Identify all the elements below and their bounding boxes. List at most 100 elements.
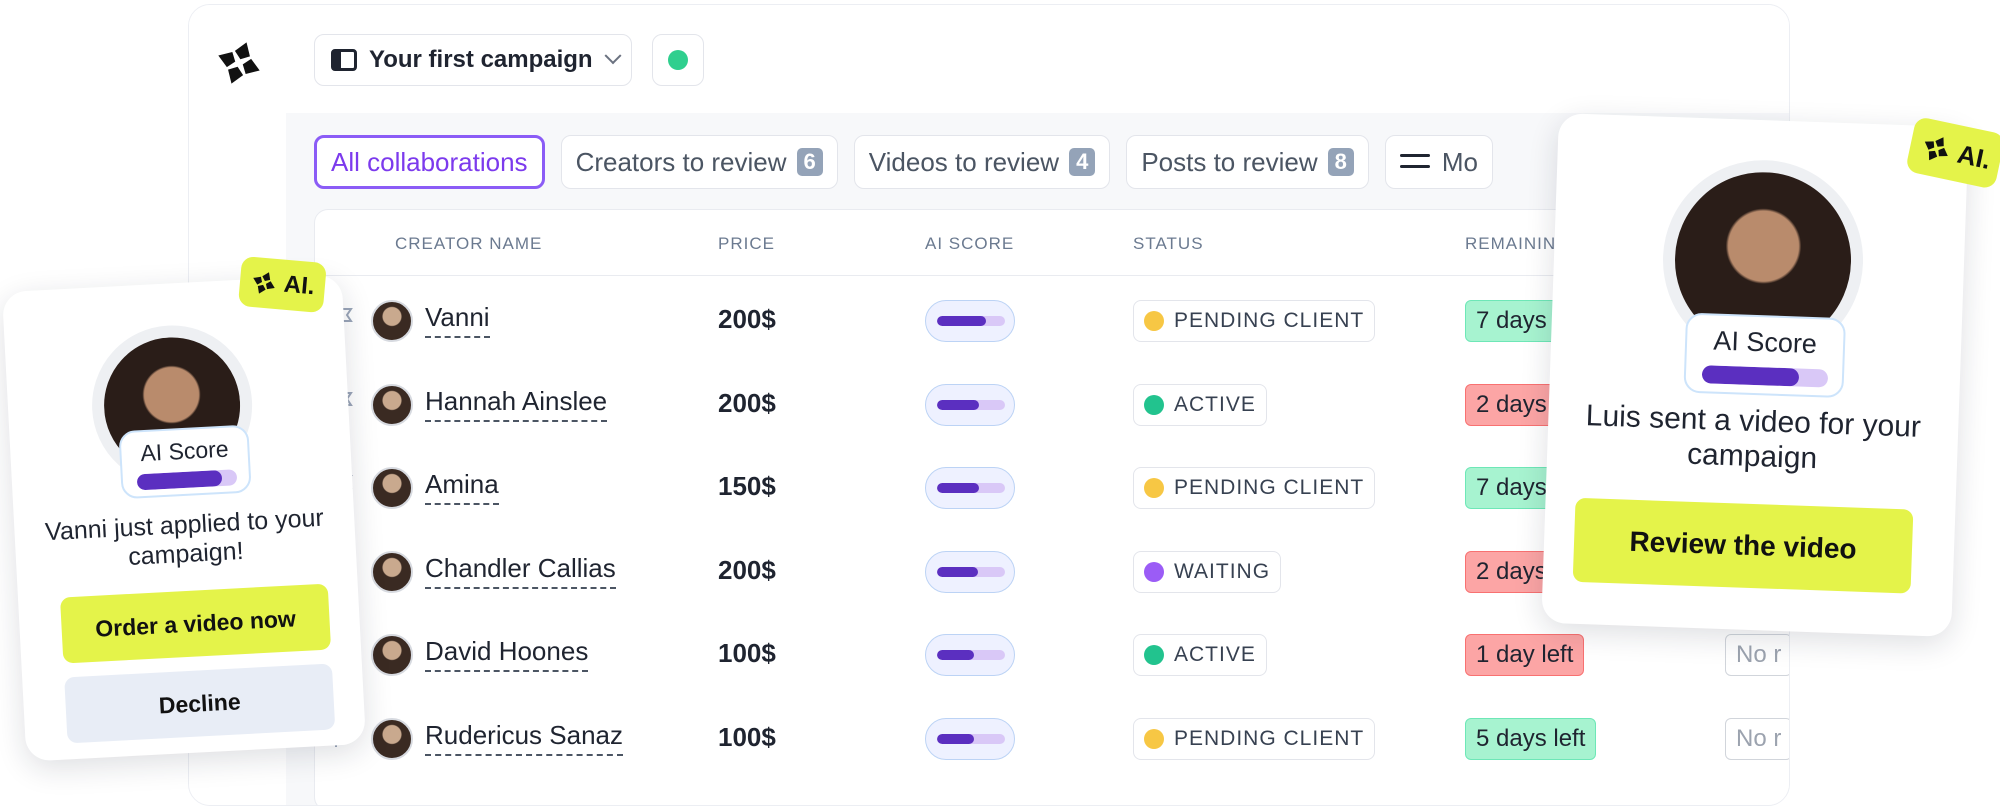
- status-label: PENDING CLIENT: [1174, 476, 1365, 499]
- brand-logo-icon: [253, 272, 275, 294]
- avatar: [371, 300, 413, 342]
- chevron-down-icon: [604, 47, 622, 65]
- tab-label: Posts to review: [1141, 146, 1318, 177]
- ai-score-label: AI Score: [1712, 325, 1818, 360]
- ai-score-pill: AI Score: [1683, 312, 1847, 399]
- column-header-creator[interactable]: CREATOR NAME: [395, 234, 542, 254]
- price-value: 150$: [718, 471, 776, 501]
- ai-score-bar: [925, 550, 1015, 593]
- price-value: 200$: [718, 387, 776, 418]
- tab-all-collaborations[interactable]: All collaborations: [314, 135, 545, 189]
- table-row[interactable]: David Hoones 100$ ACTIVE 1 day left No r: [315, 614, 1789, 694]
- status-label: ACTIVE: [1174, 643, 1256, 666]
- status-badge: ACTIVE: [1133, 634, 1267, 676]
- tab-videos-to-review[interactable]: Videos to review 4: [853, 135, 1111, 189]
- price-value: 100$: [718, 638, 776, 668]
- ai-score-bar: [925, 383, 1015, 426]
- sidebar-panel-icon: [331, 49, 357, 71]
- tab-label: All collaborations: [331, 146, 528, 177]
- status-dot-icon: [1144, 394, 1164, 415]
- review-video-button[interactable]: Review the video: [1572, 497, 1914, 594]
- tab-label: Videos to review: [868, 146, 1060, 177]
- creator-name[interactable]: Amina: [425, 469, 499, 505]
- campaign-status-button[interactable]: [652, 34, 704, 86]
- brand-logo-icon[interactable]: [213, 37, 265, 89]
- status-badge: PENDING CLIENT: [1133, 300, 1376, 342]
- tab-count-badge: 4: [1069, 148, 1096, 176]
- ai-badge-label: AI.: [1954, 138, 1994, 175]
- avatar: [371, 383, 413, 426]
- status-dot-icon: [1144, 645, 1164, 665]
- status-label: WAITING: [1174, 559, 1271, 583]
- creator-name: Vanni: [44, 515, 108, 547]
- ai-badge: AI.: [237, 255, 327, 314]
- remaining-badge: 5 days left: [1465, 717, 1597, 760]
- status-dot-icon: [1144, 478, 1164, 498]
- tab-count-badge: 6: [796, 148, 823, 176]
- avatar: [371, 550, 413, 593]
- status-badge: PENDING CLIENT: [1133, 467, 1376, 509]
- avatar: [371, 634, 413, 676]
- ai-score-bar: [925, 717, 1015, 760]
- ai-score-bar: [925, 634, 1015, 676]
- status-dot-icon: [1144, 311, 1164, 331]
- brand-logo-icon: [1924, 137, 1948, 161]
- request-badge: No r: [1725, 634, 1789, 676]
- price-value: 200$: [718, 304, 776, 334]
- message-text: sent a video for your campaign: [1640, 401, 1922, 475]
- message-text: just applied to your campaign!: [106, 503, 325, 571]
- ai-score-bar: [1701, 365, 1829, 388]
- tab-posts-to-review[interactable]: Posts to review 8: [1126, 135, 1369, 189]
- campaign-title: Your first campaign: [369, 46, 593, 73]
- avatar: [371, 717, 413, 760]
- price-value: 200$: [718, 554, 776, 585]
- remaining-badge: 7 days: [1465, 467, 1558, 509]
- remaining-badge: 7 days: [1465, 300, 1558, 342]
- tab-creators-to-review[interactable]: Creators to review 6: [560, 135, 838, 189]
- creator-name[interactable]: Chandler Callias: [425, 553, 616, 589]
- ai-score-bar: [925, 300, 1015, 342]
- ai-score-bar: [925, 467, 1015, 509]
- video-message: Luis sent a video for your campaign: [1567, 399, 1939, 481]
- order-video-button[interactable]: Order a video now: [59, 583, 332, 664]
- column-header-price[interactable]: PRICE: [718, 234, 775, 254]
- tab-bar: All collaborations Creators to review 6 …: [314, 135, 1493, 189]
- application-message: Vanni just applied to your campaign!: [34, 503, 337, 576]
- ai-badge-label: AI.: [282, 270, 316, 301]
- creator-name[interactable]: Vanni: [425, 302, 490, 338]
- status-dot-icon: [1144, 561, 1164, 582]
- creator-name[interactable]: Hannah Ainslee: [425, 386, 608, 422]
- status-label: PENDING CLIENT: [1174, 309, 1365, 332]
- status-badge: WAITING: [1133, 550, 1282, 593]
- status-dot-icon: [668, 50, 688, 70]
- table-row[interactable]: Rudericus Sanaz 100$ PENDING CLIENT 5 days …: [315, 698, 1789, 778]
- ai-score-label: AI Score: [139, 435, 230, 467]
- creator-name[interactable]: Rudericus Sanaz: [425, 720, 623, 756]
- status-label: PENDING CLIENT: [1174, 726, 1365, 750]
- column-header-ai-score[interactable]: AI SCORE: [925, 234, 1014, 254]
- tab-label: Creators to review: [575, 146, 787, 177]
- remaining-badge: 1 day left: [1465, 634, 1585, 676]
- status-label: ACTIVE: [1174, 392, 1256, 416]
- status-dot-icon: [1144, 728, 1164, 749]
- decline-button[interactable]: Decline: [64, 663, 336, 744]
- sliders-icon: [1399, 150, 1430, 174]
- ai-score-bar: [136, 469, 238, 491]
- creator-applied-card: AI. AI Score Vanni just applied to your …: [1, 255, 367, 762]
- more-filters-button[interactable]: Mo: [1384, 135, 1493, 189]
- avatar: [371, 467, 413, 509]
- ai-score-pill: AI Score: [118, 424, 252, 500]
- tab-count-badge: 8: [1327, 148, 1354, 176]
- ai-badge: AI.: [1905, 115, 2000, 190]
- top-bar: Your first campaign: [286, 5, 1789, 114]
- request-badge: No r: [1725, 717, 1789, 760]
- remaining-badge: 2 days: [1465, 383, 1558, 426]
- campaign-selector[interactable]: Your first campaign: [314, 34, 632, 86]
- creator-name[interactable]: David Hoones: [425, 636, 589, 672]
- status-badge: PENDING CLIENT: [1133, 717, 1376, 760]
- creator-name: Luis: [1585, 399, 1642, 435]
- status-badge: ACTIVE: [1133, 383, 1267, 426]
- tab-label: Mo: [1441, 146, 1478, 177]
- column-header-status[interactable]: STATUS: [1133, 234, 1204, 254]
- video-sent-card: AI. AI Score Luis sent a video for your …: [1541, 113, 2000, 637]
